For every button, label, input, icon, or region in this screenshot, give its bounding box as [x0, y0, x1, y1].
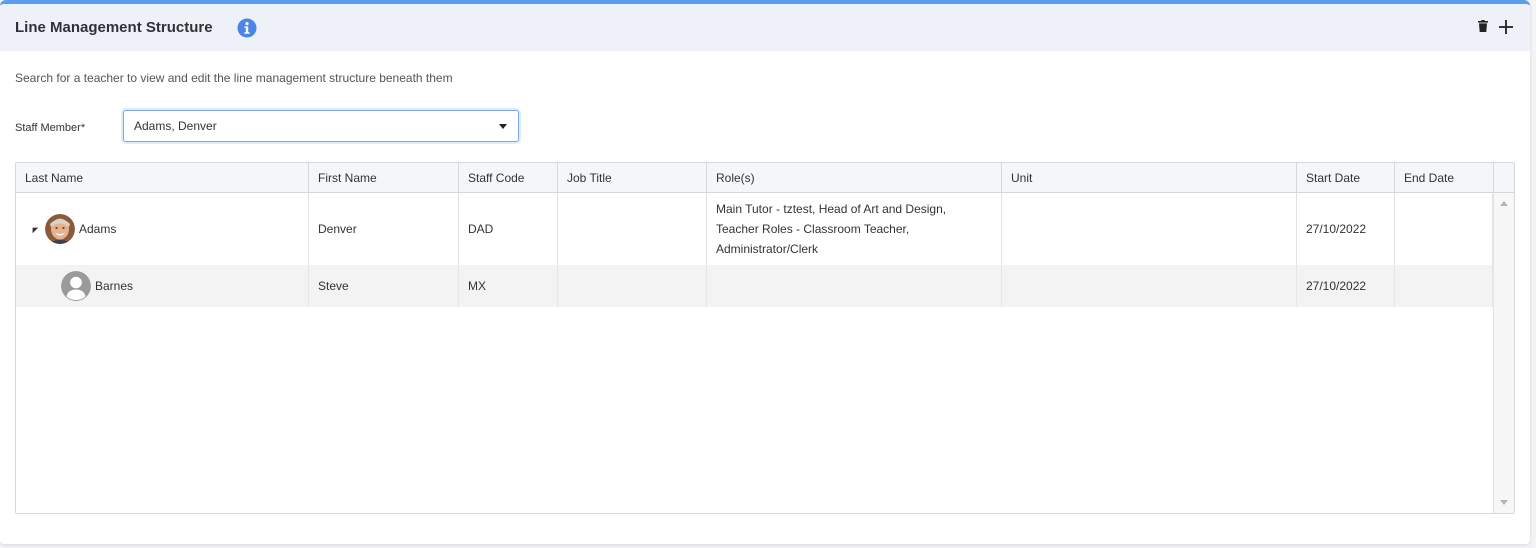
column-header-last-name[interactable]: Last Name [16, 163, 309, 193]
expand-triangle-icon[interactable] [29, 224, 39, 234]
user-placeholder-icon [61, 271, 91, 301]
staff-member-label: Staff Member* [15, 122, 86, 134]
info-circle-icon[interactable] [237, 18, 257, 38]
scroll-down-arrow-icon[interactable] [1500, 500, 1508, 505]
caret-down-icon [499, 124, 507, 129]
panel-title: Line Management Structure [15, 19, 213, 36]
job-title-cell [558, 193, 707, 265]
line-management-grid: Last Name First Name Staff Code Job Titl… [15, 162, 1515, 514]
start-date-cell: 27/10/2022 [1297, 265, 1395, 307]
column-header-job-title[interactable]: Job Title [558, 163, 707, 193]
column-header-end-date[interactable]: End Date [1395, 163, 1494, 193]
first-name-cell: Denver [309, 193, 459, 265]
scroll-up-arrow-icon[interactable] [1500, 201, 1508, 206]
column-header-start-date[interactable]: Start Date [1297, 163, 1395, 193]
column-header-unit[interactable]: Unit [1002, 163, 1297, 193]
avatar [45, 214, 75, 244]
last-name-cell: Adams [16, 193, 309, 265]
plus-icon[interactable] [1498, 19, 1514, 35]
last-name-text: Barnes [95, 279, 134, 293]
panel-header: Line Management Structure [0, 4, 1530, 51]
trash-icon[interactable] [1478, 20, 1488, 32]
staff-code-cell: DAD [459, 193, 558, 265]
end-date-cell [1395, 193, 1493, 265]
staff-code-cell: MX [459, 265, 558, 307]
last-name-text: Adams [79, 222, 117, 236]
first-name-cell: Steve [309, 265, 459, 307]
last-name-cell: Barnes [16, 265, 309, 307]
vertical-scrollbar[interactable] [1493, 193, 1514, 513]
staff-member-select[interactable]: Adams, Denver [123, 110, 519, 142]
end-date-cell [1395, 265, 1493, 307]
roles-cell [707, 265, 1002, 307]
table-row[interactable]: Barnes Steve MX 27/10/2022 [16, 265, 1493, 307]
unit-cell [1002, 265, 1297, 307]
roles-cell: Main Tutor - tztest, Head of Art and Des… [707, 193, 1002, 265]
table-row[interactable]: Adams Denver DAD Main Tutor - tztest, He… [16, 193, 1493, 265]
column-header-roles[interactable]: Role(s) [707, 163, 1002, 193]
grid-header: Last Name First Name Staff Code Job Titl… [16, 163, 1514, 193]
staff-member-value: Adams, Denver [134, 119, 217, 133]
instruction-text: Search for a teacher to view and edit th… [15, 71, 453, 85]
unit-cell [1002, 193, 1297, 265]
column-header-first-name[interactable]: First Name [309, 163, 459, 193]
job-title-cell [558, 265, 707, 307]
start-date-cell: 27/10/2022 [1297, 193, 1395, 265]
column-header-staff-code[interactable]: Staff Code [459, 163, 558, 193]
line-management-panel: Line Management Structure Search for a t… [0, 0, 1530, 544]
